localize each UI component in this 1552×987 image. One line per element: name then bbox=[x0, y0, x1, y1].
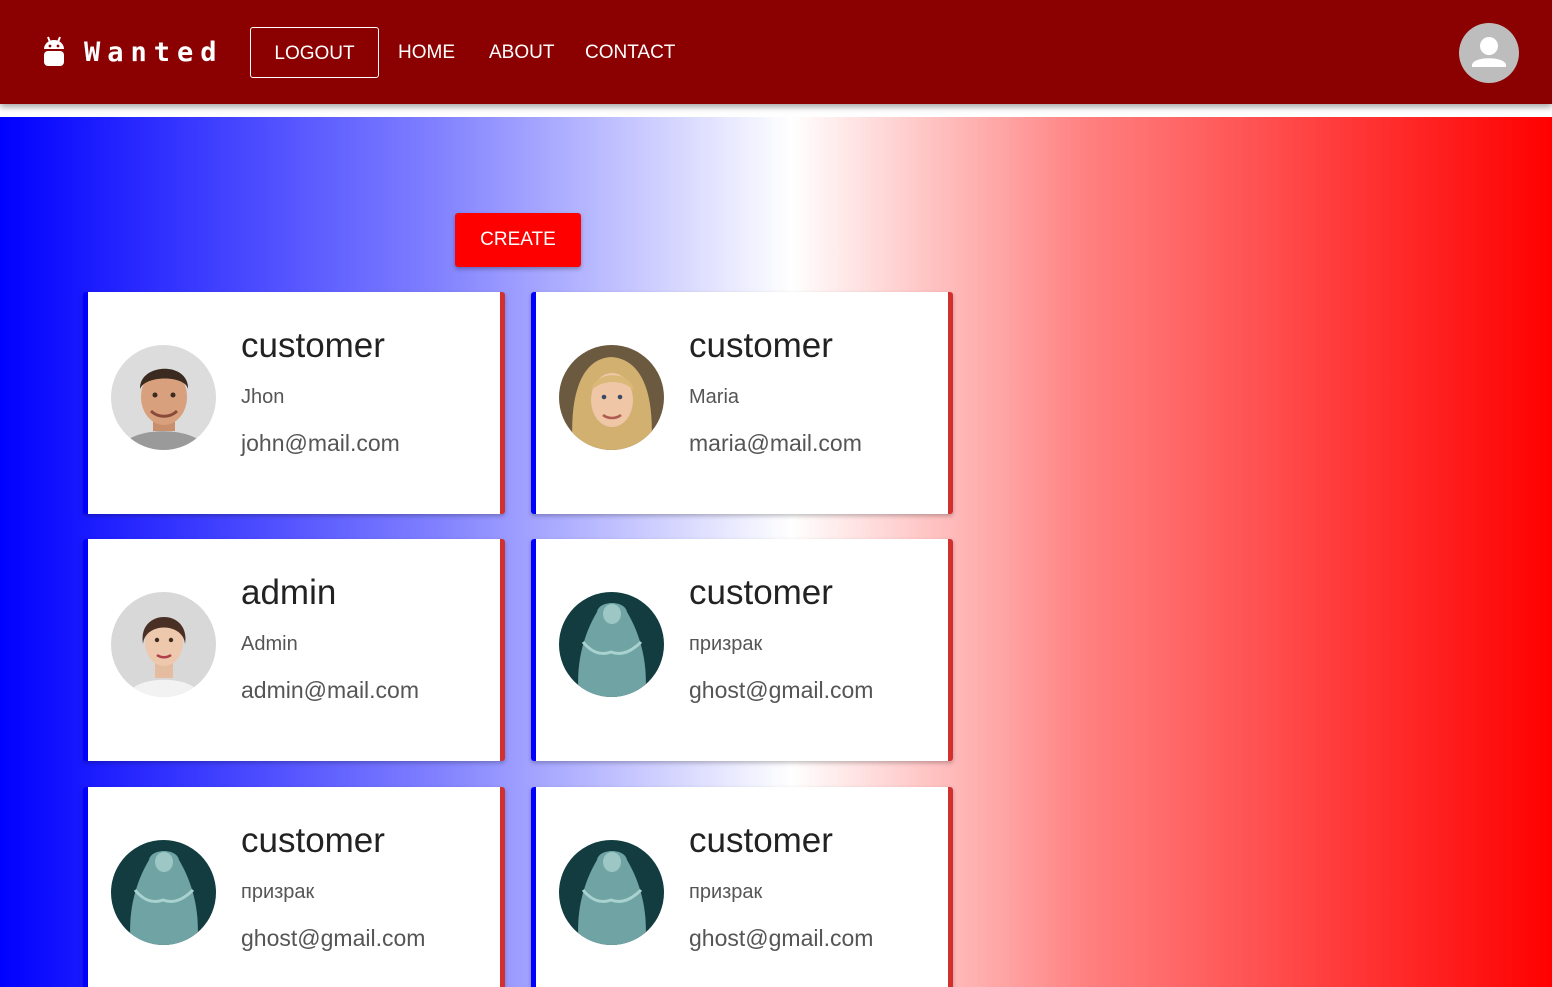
user-email: admin@mail.com bbox=[241, 677, 420, 703]
logout-button[interactable]: LOGOUT bbox=[250, 27, 379, 78]
user-email: ghost@gmail.com bbox=[689, 925, 874, 951]
create-button[interactable]: CREATE bbox=[455, 213, 581, 267]
user-name: Admin bbox=[241, 633, 298, 655]
user-email: maria@mail.com bbox=[689, 430, 862, 456]
user-avatar bbox=[111, 592, 216, 697]
user-card[interactable]: customer призрак ghost@gmail.com bbox=[531, 787, 953, 987]
user-role: customer bbox=[689, 821, 833, 860]
user-email: ghost@gmail.com bbox=[241, 925, 426, 951]
brand-title[interactable]: Wanted bbox=[84, 35, 224, 71]
user-avatar bbox=[559, 840, 664, 945]
user-role: customer bbox=[241, 821, 385, 860]
user-avatar bbox=[111, 840, 216, 945]
nav-home-link[interactable]: HOME bbox=[398, 27, 455, 78]
user-card[interactable]: customer призрак ghost@gmail.com bbox=[531, 539, 953, 761]
user-avatar bbox=[559, 345, 664, 450]
account-avatar-button[interactable] bbox=[1459, 23, 1519, 83]
user-name: призрак bbox=[689, 881, 763, 903]
app-bar: Wanted LOGOUT HOME ABOUT CONTACT bbox=[0, 0, 1552, 104]
user-card[interactable]: customer Jhon john@mail.com bbox=[83, 292, 505, 514]
user-name: Maria bbox=[689, 386, 740, 408]
user-card[interactable]: customer Maria maria@mail.com bbox=[531, 292, 953, 514]
user-avatar bbox=[559, 592, 664, 697]
user-role: customer bbox=[689, 573, 833, 612]
android-icon bbox=[44, 36, 64, 66]
user-card[interactable]: customer призрак ghost@gmail.com bbox=[83, 787, 505, 987]
user-role: admin bbox=[241, 573, 337, 612]
account-circle-icon bbox=[1472, 37, 1506, 67]
user-name: призрак bbox=[689, 633, 763, 655]
user-name: призрак bbox=[241, 881, 315, 903]
nav-about-link[interactable]: ABOUT bbox=[489, 27, 554, 78]
user-name: Jhon bbox=[241, 386, 285, 408]
user-email: john@mail.com bbox=[241, 430, 400, 456]
user-role: customer bbox=[241, 326, 385, 365]
user-avatar bbox=[111, 345, 216, 450]
user-card[interactable]: admin Admin admin@mail.com bbox=[83, 539, 505, 761]
nav-contact-link[interactable]: CONTACT bbox=[585, 27, 675, 78]
user-role: customer bbox=[689, 326, 833, 365]
user-email: ghost@gmail.com bbox=[689, 677, 874, 703]
